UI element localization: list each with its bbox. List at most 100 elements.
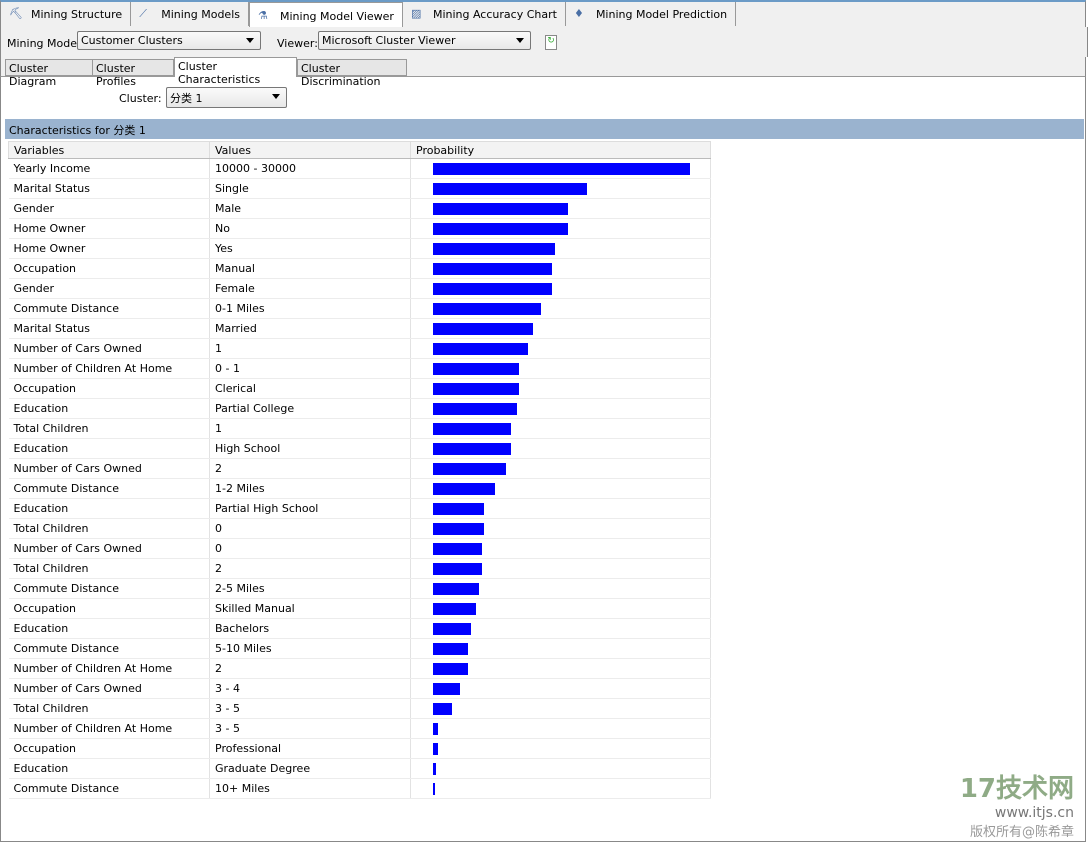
table-row[interactable]: Number of Children At Home2	[9, 659, 711, 679]
subtab-cluster-diagram[interactable]: Cluster Diagram	[5, 59, 93, 76]
probability-cell	[411, 779, 711, 799]
table-row[interactable]: OccupationSkilled Manual	[9, 599, 711, 619]
probability-cell	[411, 319, 711, 339]
probability-bar	[433, 343, 528, 355]
table-row[interactable]: OccupationProfessional	[9, 739, 711, 759]
value-cell: 0	[210, 539, 411, 559]
table-row[interactable]: Commute Distance0-1 Miles	[9, 299, 711, 319]
variable-cell: Commute Distance	[9, 779, 210, 799]
viewer-select[interactable]: Microsoft Cluster Viewer	[318, 31, 531, 50]
mining-model-select[interactable]: Customer Clusters	[77, 31, 261, 50]
probability-cell	[411, 239, 711, 259]
cluster-select[interactable]: 分类 1	[166, 87, 287, 108]
value-cell: 3 - 5	[210, 719, 411, 739]
table-row[interactable]: EducationHigh School	[9, 439, 711, 459]
variable-cell: Total Children	[9, 419, 210, 439]
probability-cell	[411, 739, 711, 759]
tab-label: Mining Model Prediction	[596, 8, 727, 21]
chart-icon: ▨	[411, 7, 427, 21]
probability-bar	[433, 483, 495, 495]
subtab-cluster-discrimination[interactable]: Cluster Discrimination	[297, 59, 407, 76]
probability-cell	[411, 699, 711, 719]
table-row[interactable]: EducationGraduate Degree	[9, 759, 711, 779]
chevron-down-icon	[516, 38, 524, 43]
table-row[interactable]: OccupationClerical	[9, 379, 711, 399]
probability-cell	[411, 559, 711, 579]
variable-cell: Education	[9, 439, 210, 459]
table-row[interactable]: Number of Children At Home0 - 1	[9, 359, 711, 379]
table-row[interactable]: EducationPartial College	[9, 399, 711, 419]
table-row[interactable]: Number of Cars Owned3 - 4	[9, 679, 711, 699]
table-row[interactable]: Number of Children At Home3 - 5	[9, 719, 711, 739]
table-row[interactable]: Total Children0	[9, 519, 711, 539]
probability-bar	[433, 403, 517, 415]
table-row[interactable]: EducationPartial High School	[9, 499, 711, 519]
cluster-label: Cluster:	[119, 92, 162, 105]
viewer-tabs: Cluster DiagramCluster ProfilesCluster C…	[0, 57, 1086, 77]
variable-cell: Education	[9, 399, 210, 419]
probability-bar	[433, 203, 568, 215]
value-cell: Male	[210, 199, 411, 219]
table-row[interactable]: Home OwnerYes	[9, 239, 711, 259]
tab-mining-structure[interactable]: ⛏Mining Structure	[1, 2, 131, 26]
diamond-icon: ♦	[574, 7, 590, 21]
table-row[interactable]: Commute Distance1-2 Miles	[9, 479, 711, 499]
variable-cell: Number of Children At Home	[9, 719, 210, 739]
value-cell: Manual	[210, 259, 411, 279]
table-row[interactable]: Marital StatusMarried	[9, 319, 711, 339]
table-row[interactable]: Total Children2	[9, 559, 711, 579]
tab-label: Mining Model Viewer	[280, 10, 394, 23]
probability-cell	[411, 359, 711, 379]
table-row[interactable]: EducationBachelors	[9, 619, 711, 639]
column-header-variables[interactable]: Variables	[9, 142, 210, 159]
subtab-cluster-characteristics[interactable]: Cluster Characteristics	[174, 57, 297, 77]
subtab-cluster-profiles[interactable]: Cluster Profiles	[92, 59, 174, 76]
watermark-brand: 17技术网	[960, 768, 1074, 805]
table-row[interactable]: Commute Distance5-10 Miles	[9, 639, 711, 659]
table-row[interactable]: Total Children3 - 5	[9, 699, 711, 719]
table-row[interactable]: Home OwnerNo	[9, 219, 711, 239]
table-row[interactable]: Number of Cars Owned2	[9, 459, 711, 479]
table-row[interactable]: Number of Cars Owned0	[9, 539, 711, 559]
value-cell: Clerical	[210, 379, 411, 399]
table-row[interactable]: GenderMale	[9, 199, 711, 219]
refresh-icon[interactable]: ↻	[545, 35, 557, 50]
probability-cell	[411, 439, 711, 459]
probability-cell	[411, 259, 711, 279]
table-row[interactable]: Commute Distance10+ Miles	[9, 779, 711, 799]
tab-mining-models[interactable]: ⟋Mining Models	[131, 2, 249, 26]
table-row[interactable]: GenderFemale	[9, 279, 711, 299]
value-cell: Single	[210, 179, 411, 199]
table-row[interactable]: Yearly Income10000 - 30000	[9, 159, 711, 179]
probability-bar	[433, 703, 452, 715]
value-cell: Bachelors	[210, 619, 411, 639]
variable-cell: Gender	[9, 279, 210, 299]
probability-bar	[433, 783, 435, 795]
variable-cell: Occupation	[9, 739, 210, 759]
value-cell: 1	[210, 339, 411, 359]
mining-structure-icon: ⛏	[9, 7, 25, 21]
tab-label: Mining Accuracy Chart	[433, 8, 557, 21]
tab-mining-model-prediction[interactable]: ♦ Mining Model Prediction	[566, 2, 736, 26]
table-row[interactable]: Marital StatusSingle	[9, 179, 711, 199]
variable-cell: Number of Cars Owned	[9, 539, 210, 559]
table-row[interactable]: Total Children1	[9, 419, 711, 439]
value-cell: 2	[210, 459, 411, 479]
table-row[interactable]: Commute Distance2-5 Miles	[9, 579, 711, 599]
viewer-toolbar: Mining Model: Customer Clusters Viewer: …	[0, 27, 1088, 57]
table-row[interactable]: OccupationManual	[9, 259, 711, 279]
column-header-probability[interactable]: Probability	[411, 142, 711, 159]
value-cell: Skilled Manual	[210, 599, 411, 619]
value-cell: Married	[210, 319, 411, 339]
value-cell: 1	[210, 419, 411, 439]
watermark-url: www.itjs.cn	[960, 805, 1074, 821]
variable-cell: Total Children	[9, 699, 210, 719]
probability-bar	[433, 603, 476, 615]
tab-mining-accuracy-chart[interactable]: ▨ Mining Accuracy Chart	[403, 2, 566, 26]
value-cell: Female	[210, 279, 411, 299]
probability-cell	[411, 519, 711, 539]
tab-mining-model-viewer[interactable]: ⚗Mining Model Viewer	[249, 2, 403, 29]
table-row[interactable]: Number of Cars Owned1	[9, 339, 711, 359]
column-header-values[interactable]: Values	[210, 142, 411, 159]
variable-cell: Commute Distance	[9, 479, 210, 499]
